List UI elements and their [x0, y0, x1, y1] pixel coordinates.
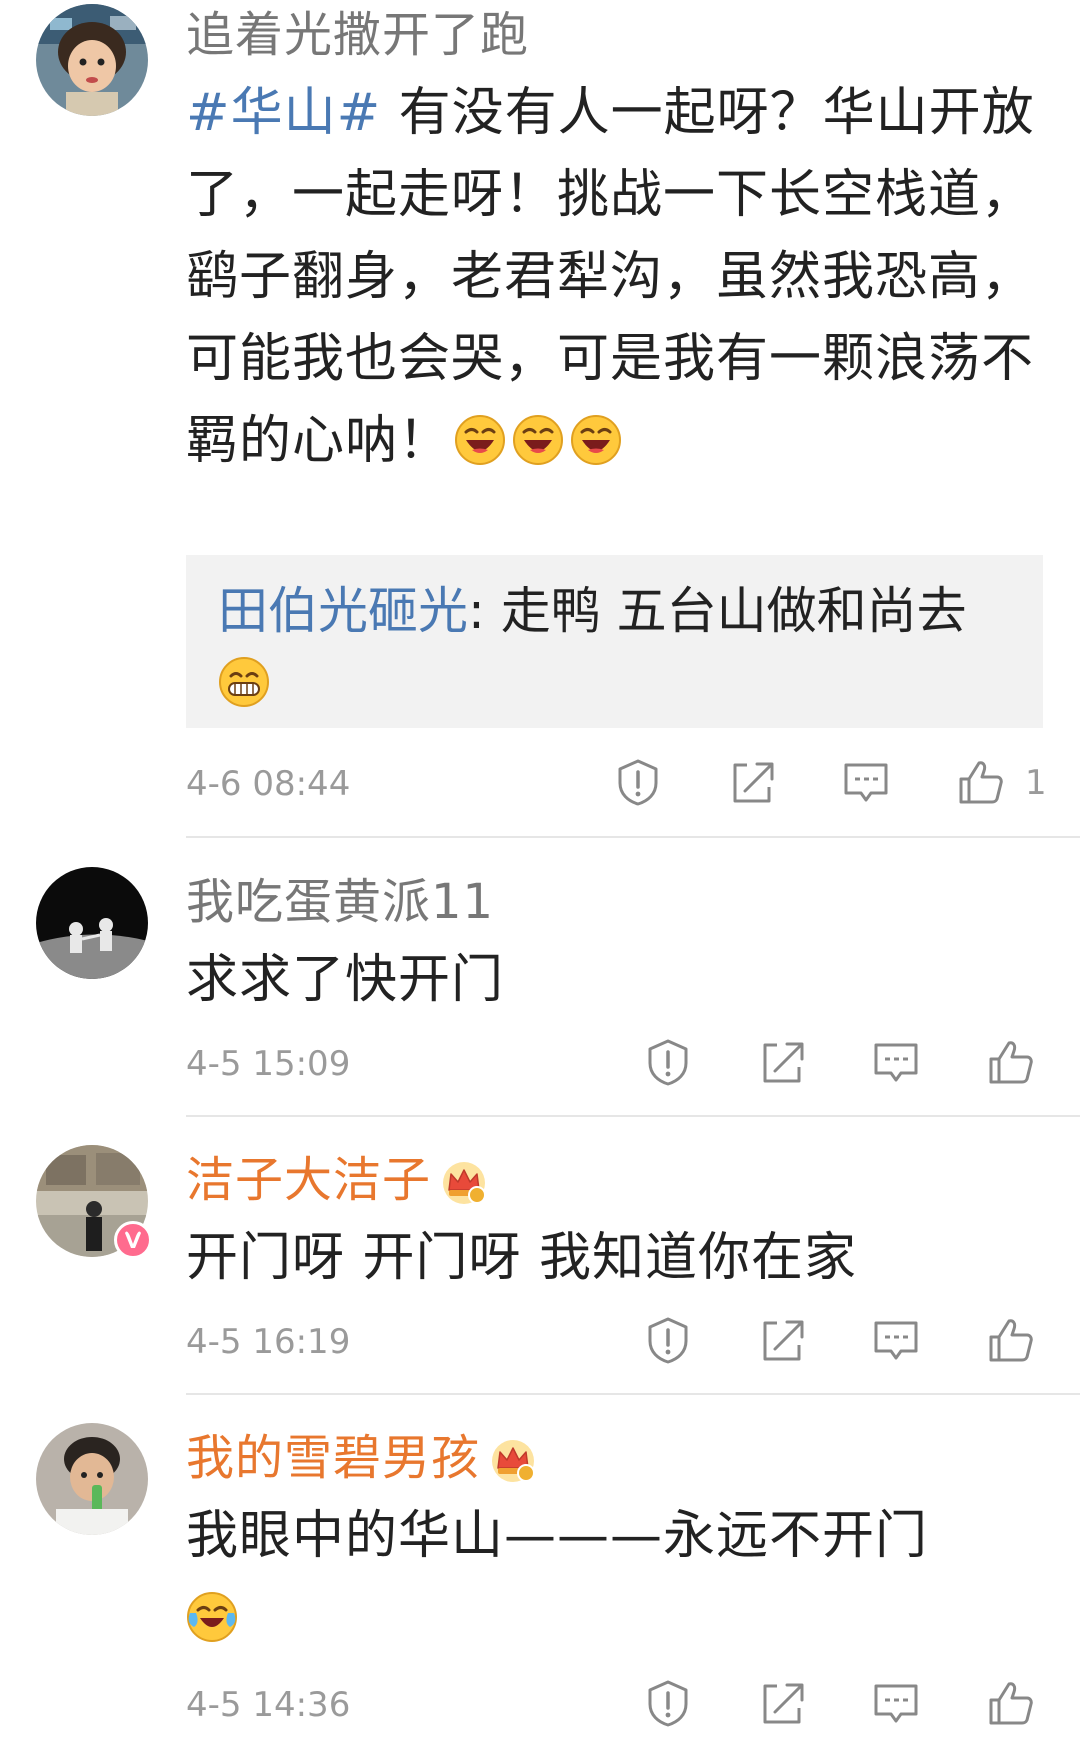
crown-icon	[490, 1438, 536, 1484]
username-text: 洁子大洁子	[186, 1152, 432, 1208]
comment-icon[interactable]	[841, 757, 891, 807]
username[interactable]: 我吃蛋黄派11	[186, 873, 494, 931]
like-icon[interactable]	[985, 1037, 1035, 1087]
username[interactable]: 我的雪碧男孩	[186, 1429, 536, 1487]
share-icon[interactable]	[757, 1037, 807, 1087]
share-icon[interactable]	[727, 757, 777, 807]
action-bar	[0, 1037, 1080, 1091]
avatar[interactable]	[36, 4, 148, 116]
laughing-emoji	[454, 414, 506, 466]
username[interactable]: 追着光撒开了跑	[186, 6, 529, 64]
username[interactable]: 洁子大洁子	[186, 1151, 487, 1209]
reply-box[interactable]: 田伯光砸光: 走鸭 五台山做和尚去	[186, 555, 1043, 728]
comment-text: #华山# 有没有人一起呀？华山开放了，一起走呀！挑战一下长空栈道，鹞子翻身，老君…	[186, 72, 1046, 482]
like-icon[interactable]	[955, 757, 1005, 807]
reply-separator: :	[468, 582, 501, 640]
comment-text: 开门呀 开门呀 我知道你在家	[186, 1217, 1046, 1299]
laughing-emoji	[512, 414, 564, 466]
report-icon[interactable]	[613, 757, 663, 807]
report-icon[interactable]	[643, 1037, 693, 1087]
like-icon[interactable]	[985, 1315, 1035, 1365]
divider	[186, 1115, 1080, 1117]
share-icon[interactable]	[757, 1678, 807, 1728]
comment-body-text: 开门呀 开门呀 我知道你在家	[186, 1228, 858, 1288]
comment-item: 我的雪碧男孩 我眼中的华山———永远不开门 4-5 14:36	[0, 1401, 1080, 1743]
crown-icon	[441, 1160, 487, 1206]
avatar[interactable]	[36, 867, 148, 979]
comment-icon[interactable]	[871, 1315, 921, 1365]
tears-of-joy-emoji	[186, 1591, 238, 1643]
report-icon[interactable]	[643, 1678, 693, 1728]
like-icon[interactable]	[985, 1678, 1035, 1728]
comment-body-text: 求求了快开门	[186, 950, 505, 1010]
comment-text: 我眼中的华山———永远不开门	[186, 1495, 1046, 1659]
share-icon[interactable]	[757, 1315, 807, 1365]
username-text: 我的雪碧男孩	[186, 1430, 481, 1486]
comment-body-text: 我眼中的华山———永远不开门	[186, 1506, 929, 1566]
hashtag-link[interactable]: #华山#	[186, 83, 381, 143]
action-bar	[0, 1315, 1080, 1369]
comment-item: 追着光撒开了跑 #华山# 有没有人一起呀？华山开放了，一起走呀！挑战一下长空栈道…	[0, 0, 1080, 845]
verified-badge	[114, 1221, 152, 1259]
comment-text: 求求了快开门	[186, 939, 1046, 1021]
comment-icon[interactable]	[871, 1678, 921, 1728]
comment-item: 洁子大洁子 开门呀 开门呀 我知道你在家 4-5 16:19	[0, 1123, 1080, 1401]
grin-emoji	[218, 656, 270, 708]
report-icon[interactable]	[643, 1315, 693, 1365]
reply-username[interactable]: 田伯光砸光	[218, 582, 468, 640]
avatar[interactable]	[36, 1423, 148, 1535]
laughing-emoji	[570, 414, 622, 466]
reply-text: 走鸭 五台山做和尚去	[500, 582, 967, 640]
comment-icon[interactable]	[871, 1037, 921, 1087]
like-count: 1	[1025, 763, 1047, 803]
action-bar	[0, 1678, 1080, 1732]
comment-item: 我吃蛋黄派11 求求了快开门 4-5 15:09	[0, 845, 1080, 1123]
action-bar: 1	[0, 757, 1080, 811]
divider	[186, 1393, 1080, 1395]
divider	[186, 836, 1080, 838]
